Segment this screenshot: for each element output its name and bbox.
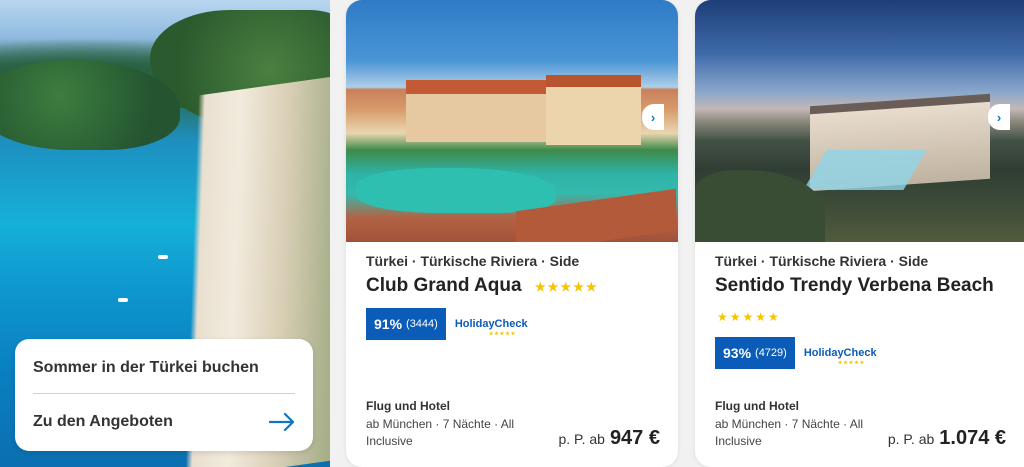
promo-image-boat [158,255,168,259]
rating-block[interactable]: 93% (4729) HolidayCheck ★★★★★ [715,337,877,369]
hotel-name-text: Club Grand Aqua [366,275,522,296]
promo-offers-link[interactable]: Zu den Angeboten [33,394,295,450]
rating-percent: 93% [723,345,752,361]
offer-type: Flug und Hotel [366,399,450,413]
hotel-name[interactable]: Club Grand Aqua ★★★★★ [366,275,599,297]
promo-image-boat [118,298,128,302]
price-prefix: p. P. ab [887,431,935,447]
price-amount: 1.074 € [939,427,1006,449]
holidaycheck-stars: ★★★★★ [488,331,517,337]
holidaycheck-logo: HolidayCheck ★★★★★ [803,347,877,366]
price-amount: 947 € [609,427,660,449]
rating-source: HolidayCheck [803,347,877,359]
hotel-building [546,75,641,145]
pool [356,168,556,213]
rating-block[interactable]: 91% (3444) HolidayCheck ★★★★★ [366,308,528,340]
hotel-name[interactable]: Sentido Trendy Verbena Beach [715,275,994,297]
offers-carousel: Sommer in der Türkei buchen Zu den Angeb… [0,0,1024,467]
rating-percent: 91% [374,316,403,332]
offer-detail: ab München · 7 Nächte · All Inclusive [715,417,864,448]
rating-source: HolidayCheck [454,318,528,330]
hotel-image[interactable]: › [695,0,1024,242]
hotel-card[interactable]: › Türkei · Türkische Riviera · Side Club… [346,0,678,467]
garden [695,170,825,242]
arrow-right-icon [269,413,295,431]
promo-link-label: Zu den Angeboten [33,413,173,430]
hotel-image[interactable]: › [346,0,678,242]
promo-title: Sommer in der Türkei buchen [33,339,295,394]
hotel-card[interactable]: › Türkei · Türkische Riviera · Side Sent… [695,0,1024,467]
star-rating: ★★★★★ [534,280,599,294]
chevron-right-icon: › [650,109,656,125]
price-prefix: p. P. ab [558,431,605,447]
chevron-right-icon: › [996,109,1002,125]
rating-count: (3444) [406,318,438,330]
offer-detail: ab München · 7 Nächte · All Inclusive [366,417,515,448]
offer-type: Flug und Hotel [715,399,799,413]
hotel-name-text: Sentido Trendy Verbena Beach [715,275,994,296]
rating-badge: 91% (3444) [366,308,446,340]
promo-card[interactable]: Sommer in der Türkei buchen Zu den Angeb… [15,339,313,451]
next-image-button[interactable]: › [642,104,664,130]
holidaycheck-logo: HolidayCheck ★★★★★ [454,318,528,337]
holidaycheck-stars: ★★★★★ [837,360,866,366]
next-image-button[interactable]: › [988,104,1010,130]
promo-tile[interactable]: Sommer in der Türkei buchen Zu den Angeb… [0,0,330,467]
price: p. P. ab 1.074 € [888,427,1006,450]
rating-badge: 93% (4729) [715,337,795,369]
hotel-location: Türkei · Türkische Riviera · Side [715,253,929,269]
star-rating: ★★★★★ [717,310,781,324]
rating-count: (4729) [755,347,787,359]
price: p. P. ab 947 € [558,427,660,450]
hotel-location: Türkei · Türkische Riviera · Side [366,253,580,269]
